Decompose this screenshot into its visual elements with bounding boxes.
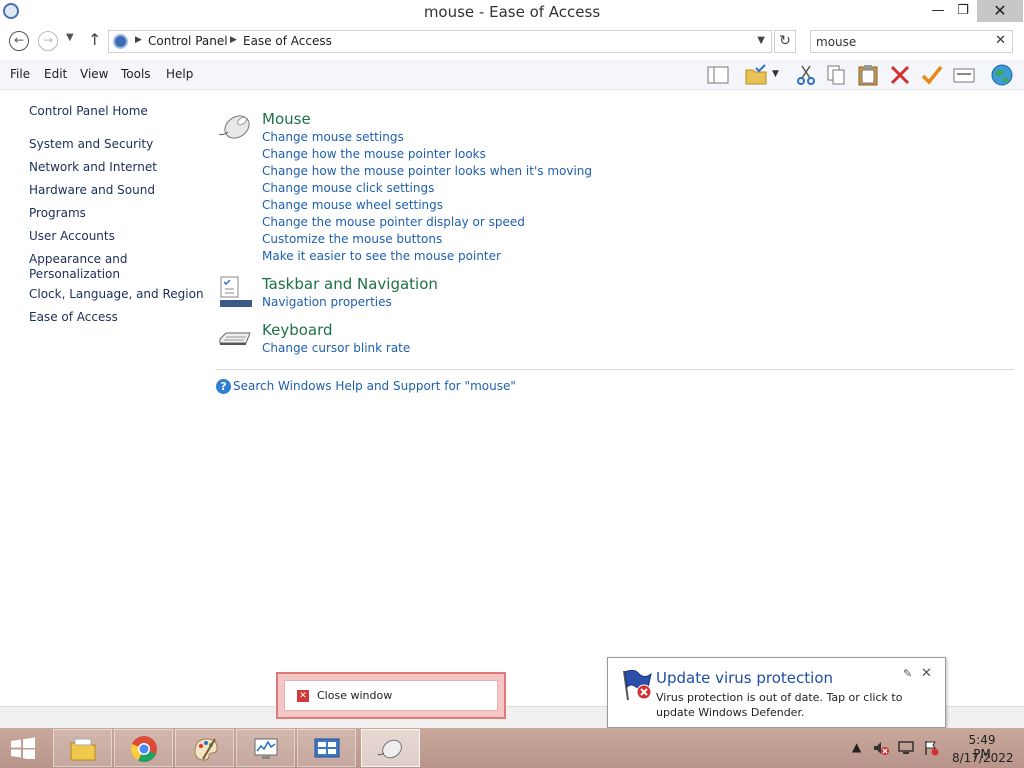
taskbar-navigation-icon[interactable] xyxy=(218,275,252,309)
taskbar-paint[interactable] xyxy=(175,729,234,767)
mouse-task-link[interactable]: Change how the mouse pointer looks xyxy=(262,147,486,161)
menu-tools[interactable]: Tools xyxy=(121,67,151,81)
network-icon[interactable] xyxy=(898,740,914,756)
windows-start-icon[interactable] xyxy=(8,737,38,759)
breadcrumb-control-panel[interactable]: Control Panel xyxy=(148,34,228,48)
close-window-panel[interactable]: ✕ Close window xyxy=(284,680,498,711)
minimize-button[interactable]: — xyxy=(924,0,952,22)
paint-palette-icon xyxy=(194,738,218,761)
speaker-muted-icon[interactable] xyxy=(873,740,889,756)
restore-button[interactable]: ❐ xyxy=(950,0,976,22)
up-button[interactable]: ↑ xyxy=(88,30,101,49)
properties-icon[interactable] xyxy=(952,64,976,86)
cut-icon[interactable] xyxy=(794,64,818,86)
paste-icon[interactable] xyxy=(856,64,880,86)
cursor-blink-rate-link[interactable]: Change cursor blink rate xyxy=(262,341,410,355)
chrome-icon xyxy=(131,736,157,762)
divider xyxy=(216,369,1014,370)
close-icon: ✕ xyxy=(297,690,309,702)
mouse-task-link[interactable]: Change the mouse pointer display or spee… xyxy=(262,215,525,229)
sidebar-item-user-accounts[interactable]: User Accounts xyxy=(29,229,115,244)
delete-icon[interactable] xyxy=(888,64,912,86)
sidebar-item-clock-language-region[interactable]: Clock, Language, and Region xyxy=(29,287,204,302)
taskbar-file-explorer[interactable] xyxy=(53,729,112,767)
mouse-task-link[interactable]: Customize the mouse buttons xyxy=(262,232,442,246)
mouse-task-link[interactable]: Make it easier to see the mouse pointer xyxy=(262,249,501,263)
taskbar-navigation-category-title[interactable]: Taskbar and Navigation xyxy=(262,275,438,293)
search-windows-help-link[interactable]: Search Windows Help and Support for "mou… xyxy=(233,379,516,393)
mouse-category-title[interactable]: Mouse xyxy=(262,110,311,128)
clear-search-icon[interactable]: ✕ xyxy=(995,33,1006,48)
sidebar-item-network-internet[interactable]: Network and Internet xyxy=(29,160,157,175)
sidebar-item-hardware-sound[interactable]: Hardware and Sound xyxy=(29,183,155,198)
forward-button[interactable]: → xyxy=(38,31,58,51)
chevron-down-icon[interactable]: ▼ xyxy=(757,35,765,46)
settings-icon[interactable]: ✎ xyxy=(903,667,912,680)
search-box[interactable]: ✕ xyxy=(810,30,1013,53)
notification-body[interactable]: Virus protection is out of date. Tap or … xyxy=(656,690,941,720)
mouse-task-link[interactable]: Change how the mouse pointer looks when … xyxy=(262,164,592,178)
notification-title[interactable]: Update virus protection xyxy=(656,669,833,687)
menu-help[interactable]: Help xyxy=(166,67,193,81)
back-button[interactable]: ← xyxy=(9,31,29,51)
help-icon: ? xyxy=(216,379,231,394)
pane-icon[interactable] xyxy=(706,64,730,86)
control-panel-icon xyxy=(314,738,340,758)
performance-monitor-icon xyxy=(254,738,278,759)
mouse-task-link[interactable]: Change mouse wheel settings xyxy=(262,198,443,212)
breadcrumb-separator-icon[interactable]: ▶ xyxy=(135,35,142,45)
sidebar-item-system-security[interactable]: System and Security xyxy=(29,137,153,152)
menu-edit[interactable]: Edit xyxy=(44,67,67,81)
sidebar-item-appearance[interactable]: Appearance and xyxy=(29,252,127,267)
breadcrumb-ease-of-access[interactable]: Ease of Access xyxy=(243,34,332,48)
chevron-down-icon[interactable]: ▼ xyxy=(772,69,796,91)
navigation-properties-link[interactable]: Navigation properties xyxy=(262,295,392,309)
refresh-button[interactable]: ↻ xyxy=(774,30,796,53)
mouse-icon[interactable] xyxy=(218,110,254,142)
menu-file[interactable]: File xyxy=(10,67,30,81)
keyboard-category-title[interactable]: Keyboard xyxy=(262,321,333,339)
mouse-task-link[interactable]: Change mouse click settings xyxy=(262,181,434,195)
address-field[interactable]: ▶ Control Panel ▶ Ease of Access ▼ xyxy=(108,30,772,53)
search-input[interactable] xyxy=(816,33,986,50)
taskbar-mouse[interactable] xyxy=(361,729,420,767)
taskbar-performance-monitor[interactable] xyxy=(236,729,295,767)
address-bar: ← → ▼ ↑ ▶ Control Panel ▶ Ease of Access… xyxy=(0,28,1024,56)
copy-icon[interactable] xyxy=(824,64,848,86)
globe-icon[interactable] xyxy=(990,64,1014,86)
folder-check-icon[interactable] xyxy=(744,64,768,86)
close-button[interactable]: ✕ xyxy=(977,0,1023,22)
checkmark-icon[interactable] xyxy=(920,64,944,86)
breadcrumb-separator-icon[interactable]: ▶ xyxy=(230,35,237,45)
sidebar-item-personalization[interactable]: Personalization xyxy=(29,267,120,282)
close-window-button[interactable]: ✕ Close window xyxy=(276,672,506,719)
action-center-flag-icon xyxy=(623,669,652,701)
sidebar-item-programs[interactable]: Programs xyxy=(29,206,86,221)
action-center-flag-icon[interactable] xyxy=(923,740,939,756)
clock-date[interactable]: 8/17/2022 xyxy=(952,751,1014,765)
taskbar-chrome[interactable] xyxy=(114,729,173,767)
title-bar: mouse - Ease of Access — ❐ ✕ xyxy=(0,0,1024,26)
defender-notification[interactable]: Update virus protection Virus protection… xyxy=(607,657,946,728)
mouse-icon xyxy=(377,739,402,759)
control-panel-icon xyxy=(113,34,128,49)
keyboard-icon[interactable] xyxy=(218,327,252,351)
close-window-label[interactable]: Close window xyxy=(317,689,392,702)
menu-view[interactable]: View xyxy=(80,67,108,81)
sidebar-item-control-panel-home[interactable]: Control Panel Home xyxy=(29,104,148,119)
menu-bar: File Edit View Tools Help ▼ xyxy=(0,60,1024,90)
window-title: mouse - Ease of Access xyxy=(423,3,601,21)
close-icon[interactable]: ✕ xyxy=(921,666,932,681)
recent-locations-dropdown[interactable]: ▼ xyxy=(66,32,74,43)
taskbar: ▲ xyxy=(0,728,1024,768)
file-explorer-icon xyxy=(70,738,96,761)
mouse-task-link[interactable]: Change mouse settings xyxy=(262,130,404,144)
taskbar-control-panel[interactable] xyxy=(297,729,356,767)
show-hidden-icons-icon[interactable]: ▲ xyxy=(852,740,861,754)
sidebar-item-ease-of-access[interactable]: Ease of Access xyxy=(29,310,118,325)
